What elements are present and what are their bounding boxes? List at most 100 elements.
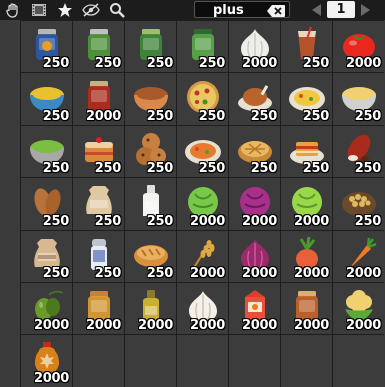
inventory-slot[interactable]: 250: [280, 72, 332, 125]
inventory-slot[interactable]: 2000: [280, 281, 332, 335]
empty-slot[interactable]: [72, 334, 124, 387]
inventory-slot[interactable]: 250: [280, 20, 332, 73]
item-count: 250: [146, 161, 174, 177]
item-count: 250: [354, 213, 382, 229]
inventory-slot[interactable]: 250: [72, 124, 124, 178]
empty-slot[interactable]: [228, 334, 280, 387]
inventory-slot[interactable]: 250: [124, 72, 176, 125]
inventory-slot[interactable]: 250: [332, 124, 384, 178]
inventory-slot[interactable]: 250: [124, 177, 176, 230]
inventory-slot[interactable]: 250: [20, 177, 72, 230]
item-count: 250: [42, 108, 70, 124]
clear-search-icon[interactable]: [266, 3, 286, 17]
inventory-panel: plus 1 250 250 250 250 2000 250 2000 250 2000 250…: [0, 0, 385, 387]
inventory-slot[interactable]: 250: [228, 72, 280, 125]
inventory-slot[interactable]: 2000: [332, 20, 384, 73]
inventory-slot[interactable]: 250: [280, 124, 332, 178]
item-count: 250: [146, 56, 174, 72]
inventory-slot[interactable]: 250: [20, 72, 72, 125]
page-number: 1: [327, 1, 355, 18]
item-count: 2000: [242, 56, 277, 72]
magnifier-icon[interactable]: [104, 0, 130, 20]
item-count: 250: [302, 108, 330, 124]
item-count: 2000: [34, 370, 69, 386]
item-count: 250: [302, 161, 330, 177]
inventory-slot[interactable]: 250: [72, 177, 124, 230]
hand-icon[interactable]: [0, 0, 26, 20]
inventory-slot[interactable]: 250: [20, 229, 72, 282]
item-count: 2000: [86, 318, 121, 334]
item-count: 250: [198, 56, 226, 72]
prev-page-icon[interactable]: [309, 2, 323, 18]
inventory-slot[interactable]: 250: [176, 124, 228, 178]
inventory-grid: 250 250 250 250 2000 250 2000 250 2000 250 250 250 2…: [20, 20, 385, 387]
inventory-slot[interactable]: 250: [124, 229, 176, 282]
inventory-slot[interactable]: 2000: [332, 281, 384, 335]
inventory-slot[interactable]: 2000: [228, 281, 280, 335]
inventory-slot[interactable]: 2000: [20, 334, 72, 387]
inventory-slot[interactable]: 250: [176, 72, 228, 125]
film-icon[interactable]: [26, 0, 52, 20]
inventory-slot[interactable]: 2000: [124, 281, 176, 335]
item-count: 2000: [346, 318, 381, 334]
inventory-slot[interactable]: 2000: [332, 229, 384, 282]
inventory-slot[interactable]: 2000: [228, 229, 280, 282]
inventory-slot[interactable]: 2000: [72, 281, 124, 335]
inventory-slot[interactable]: 2000: [280, 229, 332, 282]
empty-slot[interactable]: [280, 334, 332, 387]
item-count: 2000: [294, 265, 329, 281]
item-count: 2000: [346, 56, 381, 72]
item-count: 2000: [346, 265, 381, 281]
item-count: 250: [146, 265, 174, 281]
item-count: 2000: [34, 318, 69, 334]
item-count: 250: [250, 108, 278, 124]
star-icon[interactable]: [52, 0, 78, 20]
inventory-slot[interactable]: 2000: [228, 20, 280, 73]
hidden-eye-icon[interactable]: [78, 0, 104, 20]
item-count: 2000: [190, 213, 225, 229]
item-count: 250: [198, 161, 226, 177]
item-count: 250: [146, 108, 174, 124]
item-count: 250: [146, 213, 174, 229]
inventory-slot[interactable]: 2000: [176, 281, 228, 335]
inventory-slot[interactable]: 2000: [176, 229, 228, 282]
inventory-slot[interactable]: 250: [332, 72, 384, 125]
item-count: 2000: [242, 318, 277, 334]
item-count: 2000: [242, 213, 277, 229]
item-count: 250: [42, 213, 70, 229]
inventory-slot[interactable]: 2000: [280, 177, 332, 230]
item-count: 250: [94, 265, 122, 281]
item-count: 250: [250, 161, 278, 177]
item-count: 2000: [294, 213, 329, 229]
item-count: 250: [94, 213, 122, 229]
inventory-slot[interactable]: 250: [72, 20, 124, 73]
item-count: 2000: [190, 265, 225, 281]
empty-slot[interactable]: [176, 334, 228, 387]
inventory-slot[interactable]: 250: [124, 20, 176, 73]
inventory-slot[interactable]: 250: [20, 124, 72, 178]
item-count: 2000: [294, 318, 329, 334]
inventory-slot[interactable]: 2000: [228, 177, 280, 230]
inventory-slot[interactable]: 250: [20, 20, 72, 73]
item-count: 250: [42, 265, 70, 281]
item-count: 2000: [138, 318, 173, 334]
inventory-slot[interactable]: 250: [228, 124, 280, 178]
item-count: 250: [354, 161, 382, 177]
inventory-slot[interactable]: 2000: [72, 72, 124, 125]
item-count: 250: [354, 108, 382, 124]
inventory-slot[interactable]: 250: [332, 177, 384, 230]
item-count: 250: [302, 56, 330, 72]
item-count: 250: [198, 108, 226, 124]
item-count: 250: [94, 161, 122, 177]
empty-slot[interactable]: [332, 334, 384, 387]
item-count: 250: [42, 56, 70, 72]
inventory-slot[interactable]: 2000: [20, 281, 72, 335]
inventory-slot[interactable]: 2000: [176, 177, 228, 230]
toolbar: plus 1: [0, 0, 385, 20]
next-page-icon[interactable]: [359, 2, 373, 18]
empty-slot[interactable]: [124, 334, 176, 387]
inventory-slot[interactable]: 250: [72, 229, 124, 282]
inventory-slot[interactable]: 250: [176, 20, 228, 73]
inventory-slot[interactable]: 250: [124, 124, 176, 178]
item-count: 2000: [190, 318, 225, 334]
